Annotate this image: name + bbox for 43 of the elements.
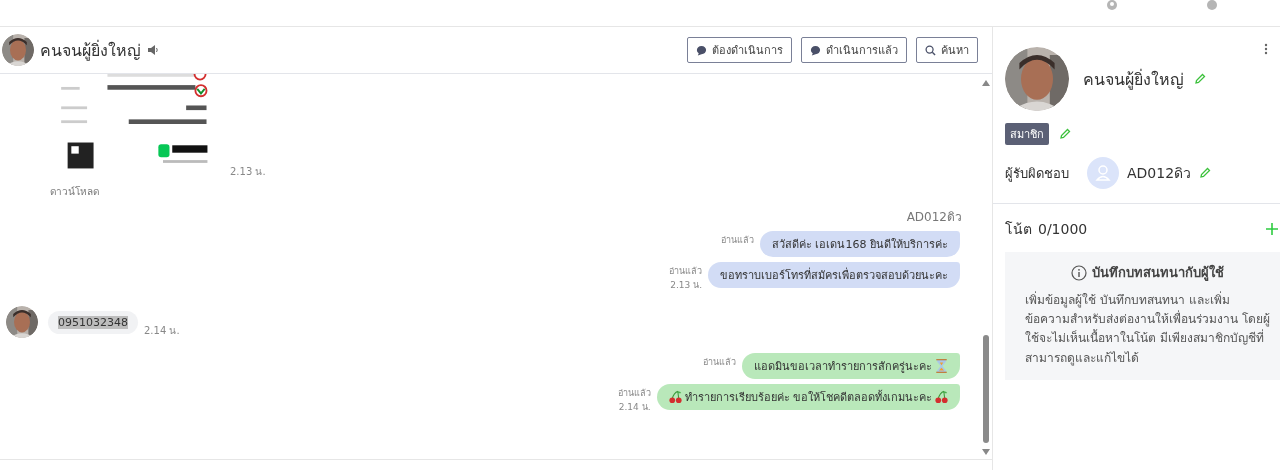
sender-name: AD012ดิว: [906, 209, 962, 226]
scroll-down-icon[interactable]: [982, 449, 990, 455]
read-receipt: อ่านแล้ว: [703, 356, 736, 369]
message-bubble: แอดมินขอเวลาทำรายการสักครู่นะคะ: [742, 353, 960, 379]
message-bubble: 0951032348: [48, 310, 138, 334]
more-icon[interactable]: [1264, 43, 1268, 55]
scroll-up-icon[interactable]: [982, 80, 990, 86]
message-time: 2.14 น.: [618, 401, 651, 414]
member-tag: สมาชิก: [1005, 123, 1049, 145]
message-time: 2.13 น.: [670, 279, 702, 292]
chat-icon: [696, 44, 707, 56]
user-avatar-icon: [1087, 157, 1119, 189]
download-link[interactable]: ดาวน์โหลด: [50, 184, 99, 199]
pencil-icon[interactable]: [1194, 73, 1206, 85]
message-bubble: สวัสดีค่ะ เอเดน168 ยินดีให้บริการค่ะ: [760, 231, 960, 257]
read-receipt: อ่านแล้ว: [721, 234, 754, 247]
hourglass-icon: [935, 359, 948, 373]
read-receipt: อ่านแล้ว: [617, 387, 651, 400]
chat-icon: [810, 44, 821, 56]
profile-name: คนจนผู้ยิ่งใหญ่: [1083, 68, 1184, 92]
filter-button[interactable]: ดำเนินการแล้ว: [801, 37, 907, 63]
pencil-icon[interactable]: [1199, 167, 1212, 179]
message-bubble: ขอทราบเบอร์โทรที่สมัครเพื่อตรวจสอบด้วยนะคะ: [708, 262, 960, 288]
notes-title: โน้ต: [1005, 220, 1032, 239]
pencil-icon[interactable]: [1059, 128, 1071, 140]
read-receipt: อ่านแล้ว: [669, 265, 702, 278]
cherry-icon: [668, 390, 682, 404]
add-icon[interactable]: [1266, 223, 1278, 235]
info-icon: [1071, 264, 1087, 281]
message-time: 2.14 น.: [144, 324, 180, 338]
notes-count: 0/1000: [1038, 221, 1088, 237]
message-time: 2.13 น.: [230, 165, 266, 179]
search-button[interactable]: ค้นหา: [916, 37, 978, 63]
cherry-icon: [935, 390, 948, 404]
contact-name: คนจนผู้ยิ่งใหญ่: [40, 39, 141, 63]
assignee-label: ผู้รับผิดชอบ: [1005, 164, 1069, 184]
assignee-name: AD012ดิว: [1127, 164, 1192, 183]
search-icon: [925, 44, 936, 56]
message-bubble: ทำรายการเรียบร้อยค่ะ ขอให้โชคดีตลอดทั้งเกมนะคะ: [656, 384, 960, 410]
info-text: เพิ่มข้อมูลผู้ใช้ บันทึกบทสนทนา และเพิ่มข้อความสำหรับส่งต่องานให้เพื่อนร่วมงาน โดยผู้ใช้จะไม่เห็นเนื้อหาในโน้ต มีเพียงสมาชิกบัญชีที่สามารถดูและแก้ไขได้: [1025, 291, 1270, 368]
filter-button[interactable]: ต้องดำเนินการ: [687, 37, 792, 63]
speaker-icon[interactable]: [147, 44, 159, 56]
info-title: บันทึกบทสนทนากับผู้ใช้: [1092, 263, 1224, 283]
